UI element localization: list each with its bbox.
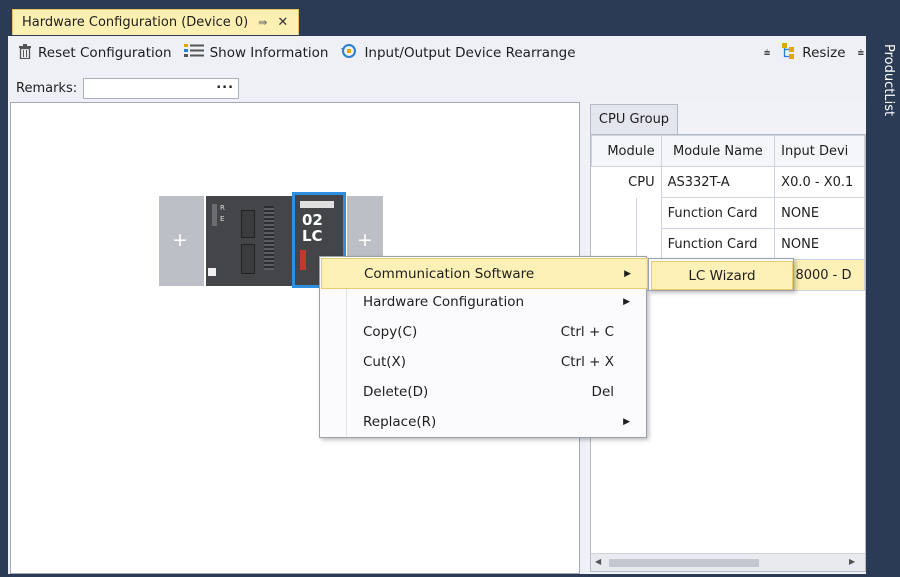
menu-item-shortcut: Ctrl + C	[560, 323, 614, 340]
table-row[interactable]: CPU AS332T-A X0.0 - X0.1	[591, 166, 865, 198]
table-row[interactable]: Function Card NONE	[591, 228, 865, 260]
show-information-label: Show Information	[209, 45, 329, 61]
cell-module-name: Function Card	[660, 197, 776, 229]
product-list-tab[interactable]: ProductList	[872, 44, 896, 134]
resize-label: Resize	[802, 45, 846, 61]
cell-input-device: X0.0 - X0.1	[774, 166, 865, 198]
menu-item-lc-wizard[interactable]: LC Wizard	[651, 261, 793, 290]
column-header-module-name[interactable]: Module Name	[660, 135, 776, 167]
io-rearrange-button[interactable]: Input/Output Device Rearrange	[334, 41, 581, 65]
lc-module-label-bottom: LC	[302, 227, 323, 245]
tab-cpu-group[interactable]: CPU Group	[590, 104, 678, 134]
table-header-row: Module Module Name Input Devi	[591, 135, 865, 167]
context-menu: Communication Software ▶ Hardware Config…	[319, 256, 648, 438]
cell-input-device: NONE	[774, 228, 865, 260]
cell-module: CPU	[591, 166, 662, 198]
lc-module-connector	[300, 250, 306, 270]
menu-item-delete[interactable]: Delete(D) Del	[321, 377, 646, 406]
menu-item-copy[interactable]: Copy(C) Ctrl + C	[321, 317, 646, 346]
menu-item-label: Delete(D)	[363, 383, 429, 400]
lc-module-label-top: 02	[302, 211, 323, 229]
remarks-label: Remarks:	[16, 80, 78, 96]
submenu: LC Wizard	[648, 258, 794, 291]
trash-icon	[18, 43, 32, 63]
remarks-browse-button[interactable]: ...	[212, 78, 238, 96]
pin-icon[interactable]: ⇛	[258, 16, 267, 29]
menu-item-hardware-configuration[interactable]: Hardware Configuration ▶	[321, 287, 646, 316]
lc-module-led-bar	[300, 201, 334, 208]
scroll-right-icon[interactable]: ▶	[849, 557, 855, 566]
tab-cpu-group-label: CPU Group	[598, 112, 670, 127]
remarks-row: Remarks: ...	[8, 76, 866, 100]
submenu-arrow-icon: ▶	[623, 296, 630, 307]
menu-item-label: Copy(C)	[363, 323, 418, 340]
cpu-terminal	[264, 206, 274, 270]
cell-module-name: AS332T-A	[660, 166, 776, 198]
document-tab[interactable]: Hardware Configuration (Device 0) ⇛ ✕	[12, 9, 300, 35]
cpu-card-slot	[208, 268, 216, 276]
resize-button[interactable]: Resize	[776, 41, 851, 65]
cell-module	[591, 197, 662, 229]
menu-item-replace[interactable]: Replace(R) ▶	[321, 407, 646, 436]
overflow-icon-2[interactable]: ⩧	[852, 41, 866, 65]
overflow-icon[interactable]: ⩧	[758, 41, 776, 65]
submenu-arrow-icon: ▶	[623, 416, 630, 427]
resize-icon	[782, 43, 796, 63]
menu-item-shortcut: Ctrl + X	[560, 353, 614, 370]
cell-module-name: Function Card	[660, 228, 776, 260]
scrollbar-thumb[interactable]	[609, 559, 759, 567]
cpu-port-top	[241, 210, 255, 238]
refresh-device-icon	[340, 43, 358, 63]
add-slot-icon: +	[172, 229, 188, 251]
empty-slot-left[interactable]: +	[159, 196, 204, 286]
cell-module	[591, 228, 662, 260]
reset-configuration-button[interactable]: Reset Configuration	[12, 41, 178, 65]
reset-configuration-label: Reset Configuration	[38, 45, 172, 61]
io-rearrange-label: Input/Output Device Rearrange	[364, 45, 576, 61]
menu-item-shortcut: Del	[591, 383, 614, 400]
list-icon	[183, 44, 204, 62]
cpu-port-bottom	[241, 244, 255, 274]
menu-item-label: LC Wizard	[688, 267, 756, 284]
scroll-left-icon[interactable]: ◀	[595, 557, 601, 566]
menu-item-label: Hardware Configuration	[363, 293, 525, 310]
cpu-module[interactable]: R E	[206, 196, 292, 286]
menu-item-label: Cut(X)	[363, 353, 407, 370]
show-information-button[interactable]: Show Information	[178, 41, 335, 65]
add-slot-icon: +	[357, 229, 373, 251]
toolbar: Reset Configuration Show Information Inp…	[8, 36, 866, 70]
cpu-led-e: E	[220, 215, 225, 223]
column-header-input-device[interactable]: Input Devi	[774, 135, 865, 167]
document-tab-title: Hardware Configuration (Device 0)	[22, 15, 249, 30]
menu-item-label: Replace(R)	[363, 413, 437, 430]
close-icon[interactable]: ✕	[277, 15, 288, 30]
menu-item-label: Communication Software	[364, 265, 535, 282]
cpu-led-r: R	[220, 204, 225, 212]
menu-item-cut[interactable]: Cut(X) Ctrl + X	[321, 347, 646, 376]
cell-input-device: NONE	[774, 197, 865, 229]
horizontal-scrollbar[interactable]: ◀ ▶	[591, 553, 865, 571]
submenu-arrow-icon: ▶	[624, 268, 631, 279]
column-header-module[interactable]: Module	[591, 135, 662, 167]
remarks-input[interactable]: ...	[83, 77, 240, 99]
cpu-led-strip	[212, 204, 217, 226]
table-row[interactable]: Function Card NONE	[591, 197, 865, 229]
menu-item-communication-software[interactable]: Communication Software ▶	[321, 258, 648, 289]
